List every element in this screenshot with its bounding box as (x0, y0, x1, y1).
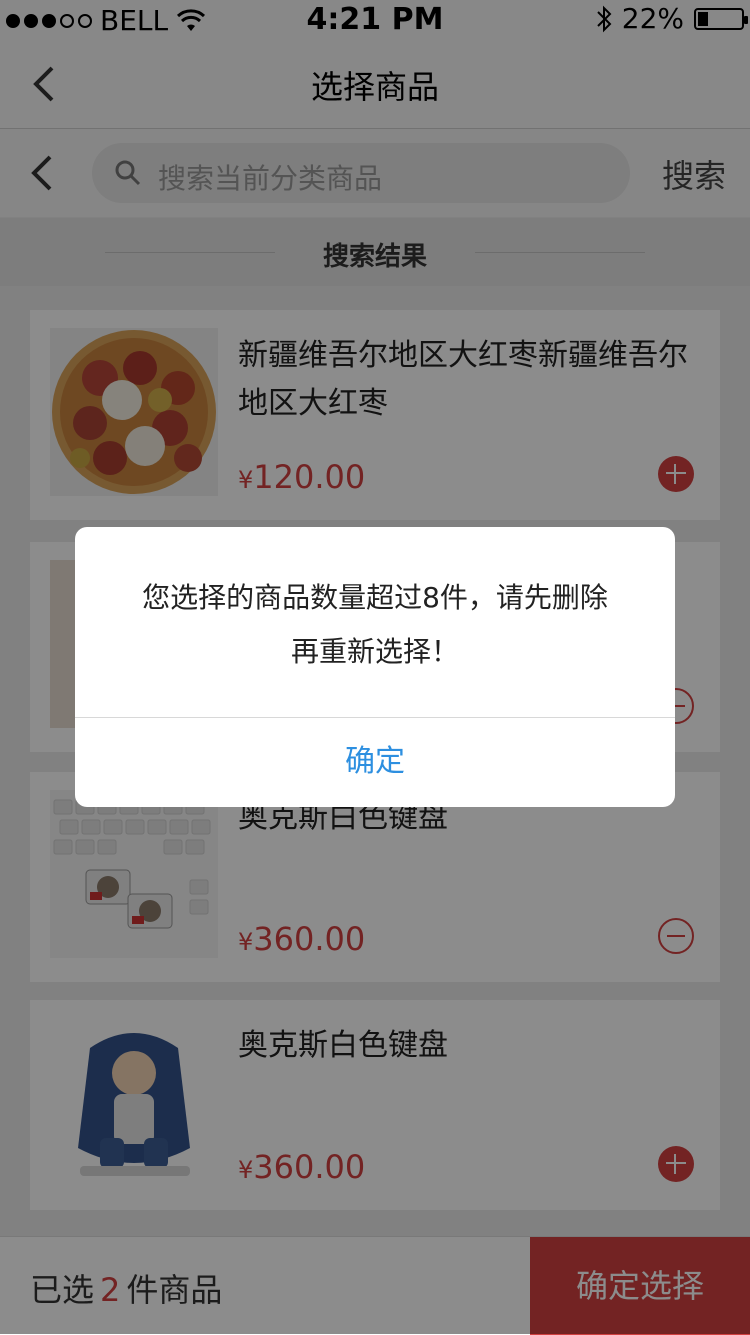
alert-dialog: 您选择的商品数量超过8件，请先删除再重新选择！ 确定 (75, 527, 675, 807)
alert-message: 您选择的商品数量超过8件，请先删除再重新选择！ (142, 581, 608, 668)
ok-button[interactable]: 确定 (75, 717, 675, 807)
